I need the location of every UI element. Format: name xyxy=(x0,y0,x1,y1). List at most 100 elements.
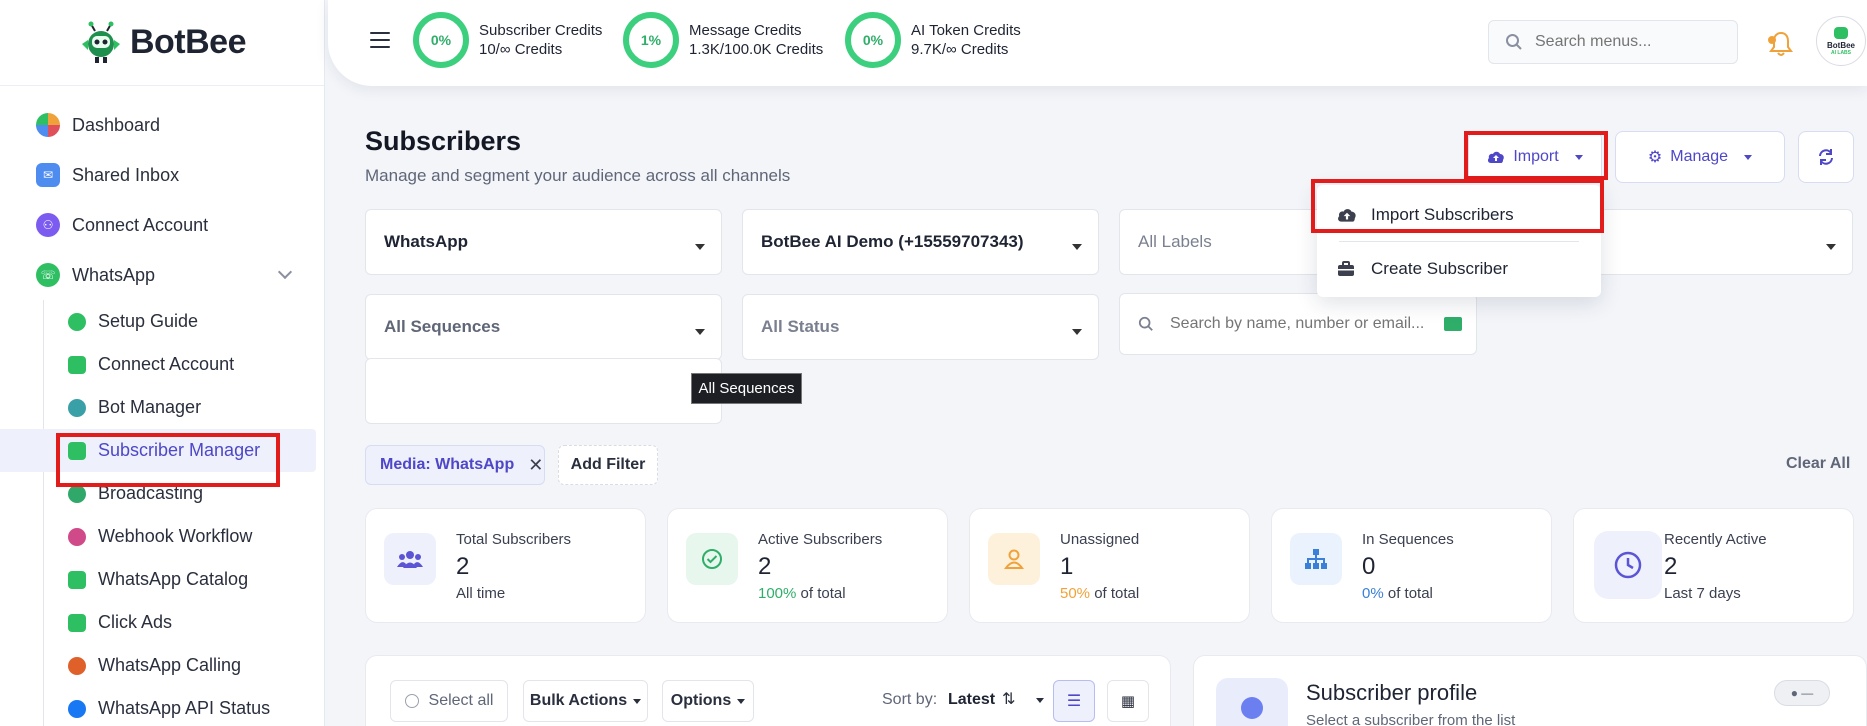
stat-foot: 0% of total xyxy=(1362,585,1433,602)
status-value: All Status xyxy=(761,317,840,336)
stat-label: Active Subscribers xyxy=(758,531,883,548)
sidebar-item-click-ads[interactable]: Click Ads xyxy=(0,601,324,644)
search-icon xyxy=(1138,316,1153,331)
phone-icon xyxy=(68,656,86,675)
sidebar-item-whatsapp-api-status[interactable]: WhatsApp API Status xyxy=(0,687,324,726)
stat-value: 0 xyxy=(1362,553,1376,580)
sidebar-item-subscriber-manager[interactable]: Subscriber Manager xyxy=(0,429,316,472)
bulk-actions-button[interactable]: Bulk Actions xyxy=(523,680,648,722)
stat-active-subscribers: Active Subscribers 2 100% of total xyxy=(667,508,948,623)
menu-search-input[interactable] xyxy=(1535,33,1715,51)
email-icon xyxy=(1444,317,1462,331)
sidebar-item-wa-connect-account[interactable]: Connect Account xyxy=(0,343,324,386)
sequences-value: All Sequences xyxy=(384,317,501,336)
user-avatar[interactable]: BotBee AI LABS xyxy=(1816,16,1866,66)
subscriber-search[interactable] xyxy=(1119,293,1477,355)
create-subscriber-label: Create Subscriber xyxy=(1371,259,1509,278)
page-title: Subscribers xyxy=(365,126,522,156)
subscriber-search-input[interactable] xyxy=(1170,315,1440,333)
menu-search[interactable] xyxy=(1488,20,1738,64)
select-all-button[interactable]: Select all xyxy=(390,680,508,722)
sidebar-item-whatsapp-catalog[interactable]: WhatsApp Catalog xyxy=(0,558,324,601)
stat-recently-active: Recently Active 2 Last 7 days xyxy=(1573,508,1854,623)
whatsapp-submenu: Setup Guide Connect Account Bot Manager … xyxy=(0,300,324,726)
sidebar-item-broadcasting[interactable]: Broadcasting xyxy=(0,472,324,515)
user-icon xyxy=(988,533,1040,585)
bot-logo-icon xyxy=(78,20,124,66)
stat-foot-text: All time xyxy=(456,585,506,602)
sequences-select[interactable]: All Sequences xyxy=(365,294,722,360)
import-label: Import xyxy=(1513,148,1559,165)
gear-icon: ⚙ xyxy=(1647,149,1663,166)
credit-detail: 9.7K/∞ Credits xyxy=(911,41,1009,58)
stat-foot: 100% of total xyxy=(758,585,846,602)
subscriber-list-panel: Select all Bulk Actions Options Sort by:… xyxy=(365,655,1171,726)
profile-hint: Select a subscriber from the list xyxy=(1306,712,1516,726)
select-arrow-icon xyxy=(1072,329,1082,335)
sort-order-icon[interactable]: ⇅ xyxy=(1002,689,1015,709)
clear-all-link[interactable]: Clear All xyxy=(1786,455,1850,473)
stat-foot-percent: 50% xyxy=(1060,585,1091,602)
sidebar-item-label: Click Ads xyxy=(98,612,173,632)
caret-down-icon xyxy=(737,698,746,704)
channel-select[interactable]: WhatsApp xyxy=(365,209,722,275)
stat-foot-text: Last 7 days xyxy=(1664,585,1741,602)
users-icon xyxy=(384,533,436,585)
notification-bell-icon[interactable] xyxy=(1768,30,1794,58)
close-icon[interactable]: ✕ xyxy=(528,455,543,476)
connect-icon xyxy=(68,355,86,374)
labels-value: All Labels xyxy=(1138,232,1212,251)
list-view-icon: ☰ xyxy=(1066,693,1082,710)
refresh-button[interactable] xyxy=(1798,131,1854,183)
caret-down-icon[interactable] xyxy=(1036,698,1044,703)
sort-value[interactable]: Latest xyxy=(948,691,995,709)
add-filter-button[interactable]: Add Filter xyxy=(558,445,658,485)
list-view-button[interactable]: ☰ xyxy=(1053,680,1095,722)
active-filter-chip[interactable]: Media: WhatsApp ✕ xyxy=(365,445,545,485)
stat-label: Total Subscribers xyxy=(456,531,572,548)
sidebar: BotBee Dashboard ✉ Shared Inbox ⚇ Connec… xyxy=(0,0,325,726)
sidebar-item-dashboard[interactable]: Dashboard xyxy=(0,100,324,150)
sidebar-item-label: Setup Guide xyxy=(98,311,199,331)
sidebar-item-shared-inbox[interactable]: ✉ Shared Inbox xyxy=(0,150,324,200)
options-button[interactable]: Options xyxy=(662,680,754,722)
grid-view-button[interactable]: ▦ xyxy=(1107,680,1149,722)
stat-value: 1 xyxy=(1060,553,1074,580)
status-select[interactable]: All Status xyxy=(742,294,1099,360)
sidebar-item-bot-manager[interactable]: Bot Manager xyxy=(0,386,324,429)
import-subscribers-item[interactable]: Import Subscribers xyxy=(1317,193,1601,237)
grid-view-icon: ▦ xyxy=(1120,693,1136,710)
connect-account-icon: ⚇ xyxy=(36,213,60,237)
stat-value: 2 xyxy=(758,553,772,580)
ads-icon xyxy=(68,613,86,632)
sidebar-item-whatsapp[interactable]: ☏ WhatsApp xyxy=(0,250,324,300)
brand-logo[interactable]: BotBee xyxy=(0,0,324,86)
stat-unassigned: Unassigned 1 50% of total xyxy=(969,508,1250,623)
select-all-checkbox[interactable] xyxy=(404,694,419,708)
shared-inbox-icon: ✉ xyxy=(36,163,60,187)
caret-down-icon xyxy=(1744,154,1753,160)
sidebar-item-webhook-workflow[interactable]: Webhook Workflow xyxy=(0,515,324,558)
create-subscriber-item[interactable]: Create Subscriber xyxy=(1317,247,1601,291)
import-button[interactable]: Import xyxy=(1468,131,1602,183)
bulk-actions-label: Bulk Actions xyxy=(529,692,628,709)
hamburger-menu-icon[interactable] xyxy=(370,32,390,48)
page-subtitle: Manage and segment your audience across … xyxy=(365,166,791,185)
refresh-icon xyxy=(1819,149,1833,165)
sequence-options-panel xyxy=(365,358,722,424)
stat-foot-percent: 100% xyxy=(758,585,797,602)
sidebar-item-connect-account[interactable]: ⚇ Connect Account xyxy=(0,200,324,250)
avatar-brand-sub: AI LABS xyxy=(1831,49,1851,56)
stat-in-sequences: In Sequences 0 0% of total xyxy=(1271,508,1552,623)
sidebar-item-whatsapp-calling[interactable]: WhatsApp Calling xyxy=(0,644,324,687)
account-select[interactable]: BotBee AI Demo (+15559707343) xyxy=(742,209,1099,275)
caret-down-icon xyxy=(1574,154,1583,160)
stat-total-subscribers: Total Subscribers 2 All time xyxy=(365,508,646,623)
sidebar-item-setup-guide[interactable]: Setup Guide xyxy=(0,300,324,343)
sidebar-item-label: WhatsApp Calling xyxy=(98,655,242,675)
manage-button[interactable]: ⚙ Manage xyxy=(1615,131,1785,183)
stat-label: Unassigned xyxy=(1060,531,1140,548)
profile-toggle[interactable]: ● — xyxy=(1774,680,1830,706)
select-arrow-icon xyxy=(1072,244,1082,250)
caret-down-icon xyxy=(633,698,642,704)
